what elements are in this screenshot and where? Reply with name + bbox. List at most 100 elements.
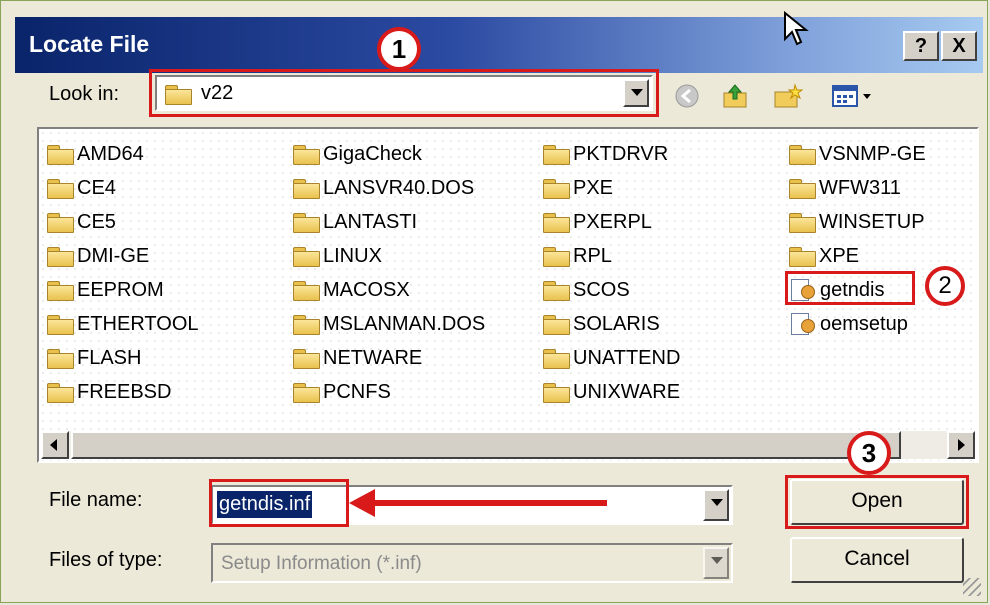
help-button[interactable]: ? xyxy=(903,31,939,61)
list-item[interactable]: PCNFS xyxy=(293,375,485,409)
list-item[interactable]: MSLANMAN.DOS xyxy=(293,307,485,341)
item-label: PCNFS xyxy=(323,380,391,403)
list-item[interactable]: SOLARIS xyxy=(543,307,680,341)
list-item[interactable]: UNIXWARE xyxy=(543,375,680,409)
folder-icon xyxy=(543,212,570,233)
file-name-label: File name: xyxy=(49,489,143,511)
list-item[interactable]: VSNMP-GE xyxy=(789,137,926,171)
item-label: EEPROM xyxy=(77,278,164,301)
list-item[interactable]: SCOS xyxy=(543,273,680,307)
item-label: PKTDRVR xyxy=(573,142,669,165)
list-item[interactable]: oemsetup xyxy=(789,307,926,341)
dialog-window: Locate File ? X 1 Look in: v22 AMD64 CE4… xyxy=(0,0,988,603)
list-item[interactable]: PKTDRVR xyxy=(543,137,680,171)
item-label: PXE xyxy=(573,176,614,199)
resize-grip-icon[interactable] xyxy=(963,578,981,596)
folder-icon xyxy=(165,85,192,105)
list-item[interactable]: MACOSX xyxy=(293,273,485,307)
close-button[interactable]: X xyxy=(941,31,977,61)
setup-file-icon xyxy=(789,313,817,335)
list-item[interactable]: FLASH xyxy=(47,341,199,375)
list-item[interactable]: LINUX xyxy=(293,239,485,273)
item-label: CE4 xyxy=(77,176,116,199)
list-item[interactable]: CE5 xyxy=(47,205,199,239)
item-label: DMI-GE xyxy=(77,244,150,267)
folder-icon xyxy=(543,382,570,403)
window-title: Locate File xyxy=(29,31,150,57)
file-type-value: Setup Information (*.inf) xyxy=(221,553,422,574)
folder-icon xyxy=(293,212,320,233)
list-item[interactable]: AMD64 xyxy=(47,137,199,171)
list-item[interactable]: LANSVR40.DOS xyxy=(293,171,485,205)
list-item[interactable]: FREEBSD xyxy=(47,375,199,409)
file-column-1: AMD64 CE4 CE5 DMI-GE EEPROM ETHERTOOL FL… xyxy=(47,137,199,409)
folder-icon xyxy=(293,382,320,403)
list-item[interactable]: LANTASTI xyxy=(293,205,485,239)
item-label: CE5 xyxy=(77,210,116,233)
item-label: ETHERTOOL xyxy=(77,312,199,335)
file-list[interactable]: AMD64 CE4 CE5 DMI-GE EEPROM ETHERTOOL FL… xyxy=(37,127,979,463)
item-label: LINUX xyxy=(323,244,382,267)
folder-icon xyxy=(47,280,74,301)
list-item[interactable]: CE4 xyxy=(47,171,199,205)
item-label: AMD64 xyxy=(77,142,144,165)
item-label: RPL xyxy=(573,244,612,267)
horizontal-scrollbar[interactable] xyxy=(41,431,975,459)
cancel-button[interactable]: Cancel xyxy=(790,537,964,583)
list-item[interactable]: PXE xyxy=(543,171,680,205)
view-menu-icon[interactable] xyxy=(831,83,873,109)
list-item[interactable]: PXERPL xyxy=(543,205,680,239)
folder-icon xyxy=(543,144,570,165)
folder-icon xyxy=(789,246,816,267)
list-item[interactable]: UNATTEND xyxy=(543,341,680,375)
folder-icon xyxy=(789,178,816,199)
setup-file-icon xyxy=(789,279,817,301)
folder-icon xyxy=(543,280,570,301)
folder-icon xyxy=(293,314,320,335)
file-column-4: VSNMP-GE WFW311 WINSETUP XPE getndis 2 o… xyxy=(785,137,965,341)
new-folder-icon[interactable] xyxy=(773,83,803,109)
look-in-dropdown[interactable]: v22 xyxy=(155,75,653,111)
folder-icon xyxy=(543,178,570,199)
item-label: UNATTEND xyxy=(573,346,681,369)
item-label: UNIXWARE xyxy=(573,380,681,403)
item-label: VSNMP-GE xyxy=(819,142,926,165)
back-arrow-icon[interactable] xyxy=(673,83,703,109)
list-item[interactable]: WFW311 xyxy=(789,171,926,205)
list-item[interactable]: XPE xyxy=(789,239,926,273)
item-label: MSLANMAN.DOS xyxy=(323,312,486,335)
callout-2: 2 xyxy=(925,266,965,306)
list-item[interactable]: NETWARE xyxy=(293,341,485,375)
list-item[interactable]: GigaCheck xyxy=(293,137,485,171)
folder-icon xyxy=(543,348,570,369)
item-label: NETWARE xyxy=(323,346,423,369)
list-item[interactable]: ETHERTOOL xyxy=(47,307,199,341)
open-button[interactable]: Open xyxy=(790,479,964,525)
list-item[interactable]: WINSETUP xyxy=(789,205,926,239)
scroll-right-button[interactable] xyxy=(947,431,975,459)
up-folder-icon[interactable] xyxy=(721,83,751,109)
folder-icon xyxy=(293,178,320,199)
folder-icon xyxy=(543,314,570,335)
file-type-dropdown: Setup Information (*.inf) xyxy=(211,543,733,583)
list-item[interactable]: EEPROM xyxy=(47,273,199,307)
scrollbar-thumb[interactable] xyxy=(71,431,901,459)
folder-icon xyxy=(789,212,816,233)
item-label: LANSVR40.DOS xyxy=(323,176,475,199)
look-in-label: Look in: xyxy=(49,83,120,105)
list-item-getndis[interactable]: getndis 2 xyxy=(785,266,965,307)
item-label: XPE xyxy=(819,244,860,267)
folder-icon xyxy=(47,212,74,233)
folder-icon xyxy=(47,178,74,199)
scroll-left-button[interactable] xyxy=(41,431,69,459)
item-label: PXERPL xyxy=(573,210,652,233)
folder-icon xyxy=(47,382,74,403)
list-item[interactable]: RPL xyxy=(543,239,680,273)
folder-icon xyxy=(47,246,74,267)
item-label: GigaCheck xyxy=(323,142,422,165)
file-name-dropdown-button[interactable] xyxy=(703,489,729,521)
look-in-dropdown-button[interactable] xyxy=(623,79,649,107)
item-label: FREEBSD xyxy=(77,380,172,403)
list-item[interactable]: DMI-GE xyxy=(47,239,199,273)
item-label: LANTASTI xyxy=(323,210,418,233)
